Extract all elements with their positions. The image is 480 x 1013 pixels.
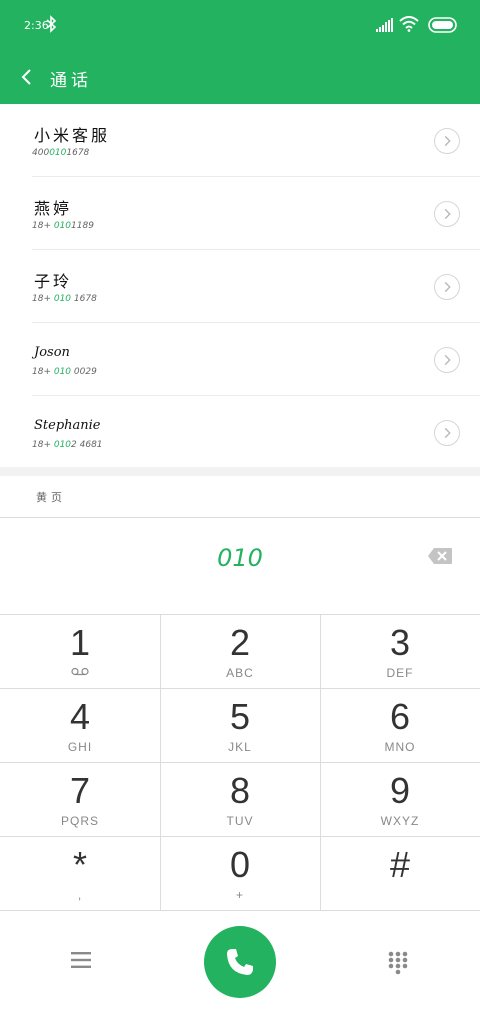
key-8[interactable]: 8 TUV [160,763,320,837]
chevron-right-icon[interactable] [434,420,460,446]
signal-icon [376,18,393,32]
contact-list: 小米客服 4000101678 燕婷 18+ 0101189 子玲 18+ 01… [0,104,480,467]
app-bar: 通话 [0,52,480,104]
contact-row[interactable]: Joson 18+ 010 0029 [0,323,480,396]
battery-icon [428,17,457,33]
menu-icon[interactable] [71,951,91,969]
chevron-right-icon[interactable] [434,201,460,227]
call-button[interactable] [204,926,276,998]
key-3[interactable]: 3 DEF [320,615,480,689]
contact-name: 小米客服 [34,126,111,145]
backspace-icon[interactable] [427,547,453,565]
page-title: 通话 [50,71,92,91]
phone-icon [227,949,253,975]
chevron-right-icon[interactable] [434,347,460,373]
bluetooth-icon [46,15,57,33]
key-hash[interactable]: # [320,837,480,911]
contact-name: Joson [34,345,70,360]
key-5[interactable]: 5 JKL [160,689,320,763]
wifi-icon [399,16,419,32]
contact-number: 18+ 0102 4681 [32,440,103,450]
key-7[interactable]: 7 PQRS [0,763,160,837]
dialed-digits: 010 [217,544,263,572]
contact-name: 燕婷 [34,199,73,218]
key-4[interactable]: 4 GHI [0,689,160,763]
bottom-bar [0,910,480,1013]
yellow-pages-label: 黄页 [36,491,66,504]
voicemail-icon [71,667,89,676]
key-6[interactable]: 6 MNO [320,689,480,763]
contact-row[interactable]: 燕婷 18+ 0101189 [0,177,480,250]
keypad: 1 2 ABC 3 DEF 4 GHI 5 JKL 6 MNO 7 PQRS 8… [0,615,480,910]
chevron-right-icon[interactable] [434,274,460,300]
status-bar: 2:36 [0,0,480,52]
contact-name: Stephanie [34,418,101,433]
key-star[interactable]: * , [0,837,160,911]
key-2[interactable]: 2 ABC [160,615,320,689]
chevron-left-icon[interactable] [18,67,34,87]
key-1[interactable]: 1 [0,615,160,689]
chevron-right-icon[interactable] [434,128,460,154]
contact-name: 子玲 [34,272,73,291]
key-0[interactable]: 0 + [160,837,320,911]
contact-number: 4000101678 [32,148,90,158]
yellow-pages-row[interactable]: 黄页 [0,476,480,518]
header: 2:36 通话 [0,0,480,104]
dial-entry: 010 [0,518,480,615]
contact-row[interactable]: 子玲 18+ 010 1678 [0,250,480,323]
contact-number: 18+ 0101189 [32,221,94,231]
contact-row[interactable]: Stephanie 18+ 0102 4681 [0,396,480,469]
contact-number: 18+ 010 1678 [32,294,97,304]
contact-number: 18+ 010 0029 [32,367,97,377]
contact-row[interactable]: 小米客服 4000101678 [0,104,480,177]
keypad-icon[interactable] [388,951,408,975]
key-9[interactable]: 9 WXYZ [320,763,480,837]
section-gap [0,467,480,476]
